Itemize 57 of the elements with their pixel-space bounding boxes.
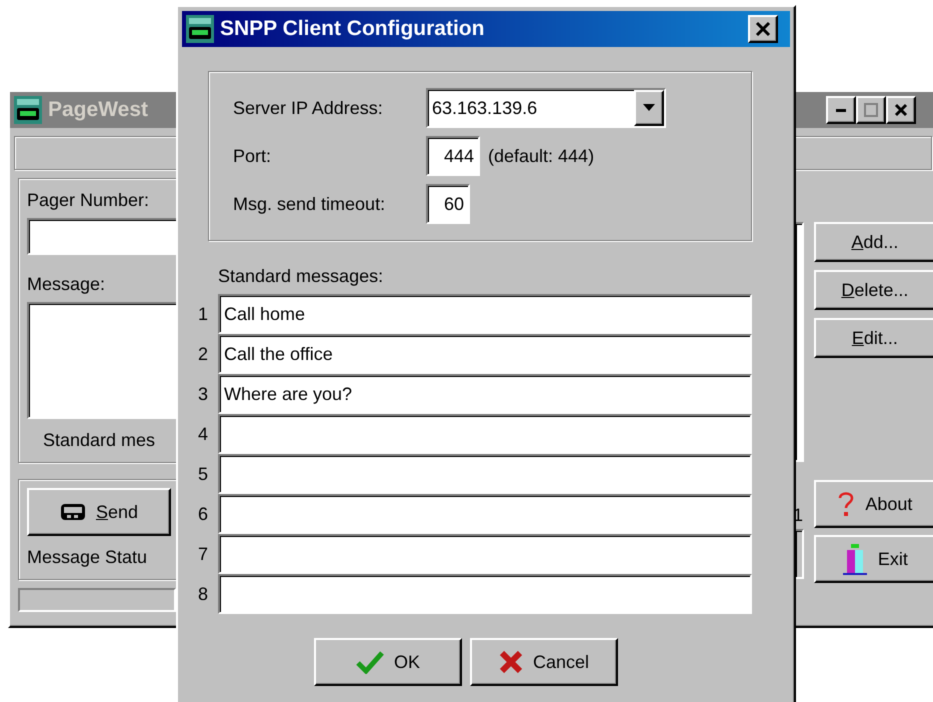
window-title: SNPP Client Configuration [220, 16, 484, 42]
side-button[interactable]: About [814, 480, 933, 528]
window-title: PageWest [48, 97, 148, 124]
pager-icon [14, 96, 42, 124]
field-label: Server IP Address: [233, 96, 384, 120]
close-icon [755, 21, 771, 37]
side-button[interactable]: Add... [814, 222, 933, 262]
row-number: 1 [196, 302, 208, 326]
row-number: 4 [196, 422, 208, 446]
row-number: 3 [196, 382, 208, 406]
dropdown-button[interactable] [634, 90, 664, 126]
pager-number-field[interactable] [27, 218, 176, 256]
message-field[interactable] [218, 414, 752, 454]
status-label: Message Statu [27, 546, 148, 569]
maximize-icon [864, 103, 878, 117]
server-address-combo[interactable]: 63.163.139.6 [426, 88, 666, 128]
close-icon [894, 103, 908, 117]
timeout-field[interactable]: 60 [426, 184, 470, 224]
row-number: 6 [196, 502, 208, 526]
cross-icon [498, 650, 523, 674]
row-number: 8 [196, 582, 208, 606]
row-number: 7 [196, 542, 208, 566]
row-number: 5 [196, 462, 208, 486]
door-icon [842, 542, 868, 576]
side-button[interactable]: Delete... [814, 270, 933, 310]
field-label: Port: [233, 144, 272, 168]
question-icon [837, 490, 856, 518]
section-label: Standard messages: [218, 265, 384, 288]
side-button[interactable]: Exit [814, 535, 933, 583]
check-icon [356, 650, 384, 674]
cancel-button[interactable]: Cancel [470, 638, 618, 686]
field-label: Msg. send timeout: [233, 192, 386, 216]
field-label: Standard mes [43, 429, 156, 452]
ok-button[interactable]: OK [314, 638, 462, 686]
caret-icon [643, 104, 655, 112]
message-field[interactable] [218, 534, 752, 574]
port-field[interactable]: 444 [426, 136, 480, 176]
message-field[interactable]: Where are you? [218, 374, 752, 414]
row-number: 2 [196, 342, 208, 366]
minimize-icon [836, 108, 846, 112]
minimize-button[interactable] [826, 96, 856, 124]
field-label: Pager Number: [27, 189, 150, 212]
message-field[interactable]: Call home [218, 294, 752, 334]
side-button[interactable]: Edit... [814, 318, 933, 358]
maximize-button[interactable] [856, 96, 886, 124]
field-label: Message: [27, 273, 106, 296]
send-button[interactable]: Send [27, 488, 171, 536]
message-field[interactable] [218, 454, 752, 494]
close-button[interactable] [748, 15, 778, 43]
message-field[interactable] [218, 574, 752, 614]
message-field[interactable]: Call the office [218, 334, 752, 374]
message-field[interactable] [27, 302, 176, 419]
message-field[interactable] [218, 494, 752, 534]
pager-icon [60, 502, 86, 522]
pager-icon [186, 15, 214, 43]
hint-text: (default: 444) [488, 144, 594, 168]
close-button[interactable] [886, 96, 916, 124]
